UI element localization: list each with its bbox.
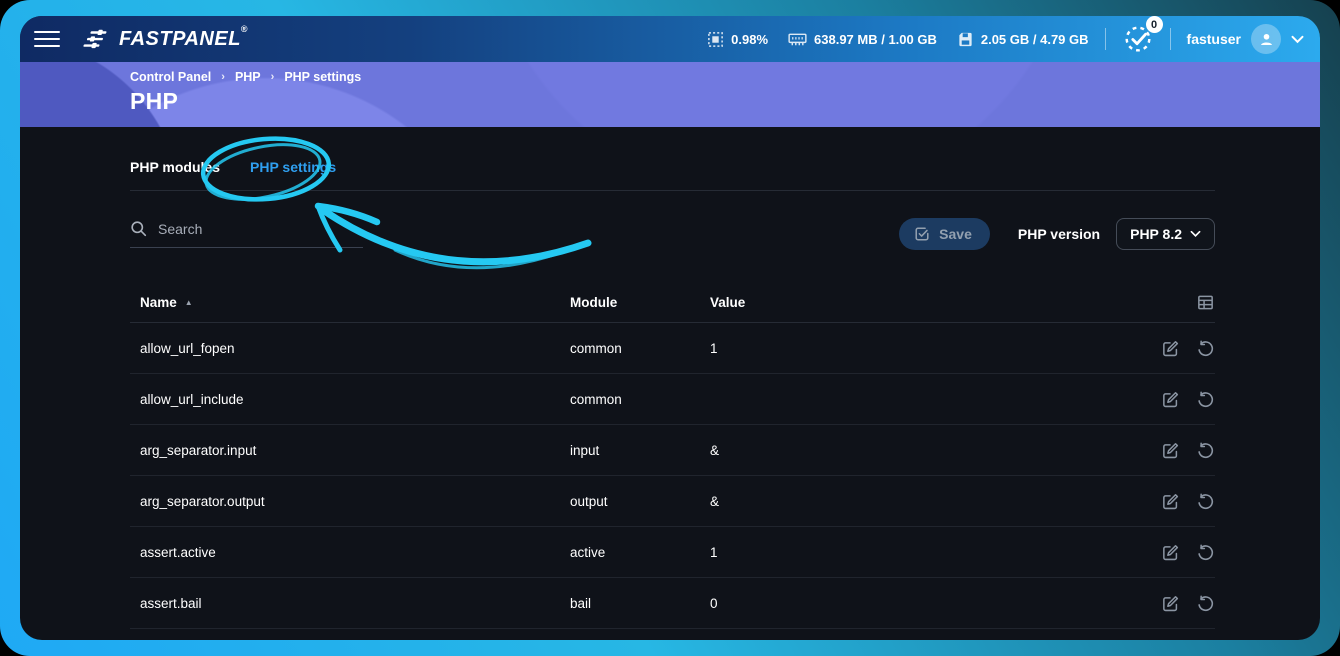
column-header-value: Value: [710, 295, 1131, 310]
app-window: FASTPANEL® 0.98%: [0, 0, 1340, 656]
tab-php-settings[interactable]: PHP settings: [250, 159, 336, 175]
disk-usage-stat: 2.05 GB / 4.79 GB: [957, 31, 1089, 48]
breadcrumb-php-settings[interactable]: PHP settings: [284, 70, 361, 84]
tasks-button[interactable]: 0: [1122, 23, 1154, 55]
setting-module: common: [570, 392, 710, 407]
chevron-down-icon: [1190, 230, 1201, 238]
edit-icon[interactable]: [1161, 390, 1180, 409]
table-row: allow_url_include common: [130, 374, 1215, 425]
settings-table: Name ▲ Module Value: [130, 283, 1215, 629]
page-title: PHP: [130, 88, 1320, 115]
table-header: Name ▲ Module Value: [130, 283, 1215, 323]
cpu-icon: [707, 31, 724, 48]
sort-asc-icon: ▲: [185, 298, 193, 307]
edit-icon[interactable]: [1161, 339, 1180, 358]
table-row: arg_separator.output output &: [130, 476, 1215, 527]
setting-name: assert.bail: [130, 596, 570, 611]
search-input[interactable]: [158, 221, 363, 237]
tab-bar: PHP modules PHP settings: [130, 159, 1215, 175]
reset-icon[interactable]: [1196, 441, 1215, 460]
divider: [1105, 28, 1106, 50]
reset-icon[interactable]: [1196, 339, 1215, 358]
reset-icon[interactable]: [1196, 594, 1215, 613]
brand-name: FASTPANEL®: [119, 28, 248, 51]
table-row: assert.bail bail 0: [130, 578, 1215, 629]
edit-icon[interactable]: [1161, 594, 1180, 613]
setting-module: common: [570, 341, 710, 356]
table-body: allow_url_fopen common 1 allow_url_inclu…: [130, 323, 1215, 629]
setting-module: input: [570, 443, 710, 458]
setting-value: &: [710, 443, 1131, 458]
page-header-band: Control Panel › PHP › PHP settings PHP: [20, 62, 1320, 127]
divider: [1170, 28, 1171, 50]
top-bar: FASTPANEL® 0.98%: [20, 16, 1320, 62]
setting-value: 0: [710, 596, 1131, 611]
column-settings-icon[interactable]: [1196, 293, 1215, 312]
breadcrumb-separator: ›: [221, 71, 225, 83]
setting-name: arg_separator.input: [130, 443, 570, 458]
breadcrumb-control-panel[interactable]: Control Panel: [130, 70, 211, 84]
search-icon: [130, 220, 147, 237]
content-area: PHP modules PHP settings: [20, 127, 1320, 640]
reset-icon[interactable]: [1196, 390, 1215, 409]
setting-name: assert.active: [130, 545, 570, 560]
column-header-module: Module: [570, 295, 710, 310]
user-menu[interactable]: fastuser: [1187, 24, 1304, 54]
table-row: arg_separator.input input &: [130, 425, 1215, 476]
setting-name: allow_url_fopen: [130, 341, 570, 356]
reset-icon[interactable]: [1196, 543, 1215, 562]
tasks-count-badge: 0: [1146, 16, 1163, 33]
table-row: allow_url_fopen common 1: [130, 323, 1215, 374]
tab-php-modules[interactable]: PHP modules: [130, 159, 220, 175]
setting-module: output: [570, 494, 710, 509]
sliders-logo-icon: [82, 29, 110, 50]
reset-icon[interactable]: [1196, 492, 1215, 511]
setting-value: 1: [710, 545, 1131, 560]
edit-icon[interactable]: [1161, 543, 1180, 562]
php-version-label: PHP version: [1018, 226, 1100, 242]
breadcrumb-php[interactable]: PHP: [235, 70, 261, 84]
ram-icon: [788, 32, 807, 47]
disk-usage-value: 2.05 GB / 4.79 GB: [981, 32, 1089, 47]
chevron-down-icon: [1291, 35, 1304, 44]
tabs-divider: [130, 190, 1215, 191]
edit-icon[interactable]: [1161, 492, 1180, 511]
edit-icon[interactable]: [1161, 441, 1180, 460]
ram-usage-stat: 638.97 MB / 1.00 GB: [788, 32, 937, 47]
ram-usage-value: 638.97 MB / 1.00 GB: [814, 32, 937, 47]
save-check-icon: [914, 226, 930, 242]
setting-name: allow_url_include: [130, 392, 570, 407]
main-panel: FASTPANEL® 0.98%: [20, 16, 1320, 640]
php-version-dropdown[interactable]: PHP 8.2: [1116, 218, 1215, 250]
cpu-usage-value: 0.98%: [731, 32, 768, 47]
username: fastuser: [1187, 31, 1241, 47]
breadcrumb-separator: ›: [271, 71, 275, 83]
user-avatar-icon: [1251, 24, 1281, 54]
brand-logo[interactable]: FASTPANEL®: [82, 28, 248, 51]
save-button[interactable]: Save: [899, 218, 990, 250]
table-row: assert.active active 1: [130, 527, 1215, 578]
setting-value: 1: [710, 341, 1131, 356]
setting-module: active: [570, 545, 710, 560]
column-header-name[interactable]: Name ▲: [130, 295, 570, 310]
breadcrumb: Control Panel › PHP › PHP settings: [130, 70, 1320, 84]
setting-value: &: [710, 494, 1131, 509]
search-box: [130, 220, 363, 248]
cpu-usage-stat: 0.98%: [707, 31, 768, 48]
setting-name: arg_separator.output: [130, 494, 570, 509]
disk-icon: [957, 31, 974, 48]
setting-module: bail: [570, 596, 710, 611]
hamburger-menu-icon[interactable]: [34, 31, 60, 48]
